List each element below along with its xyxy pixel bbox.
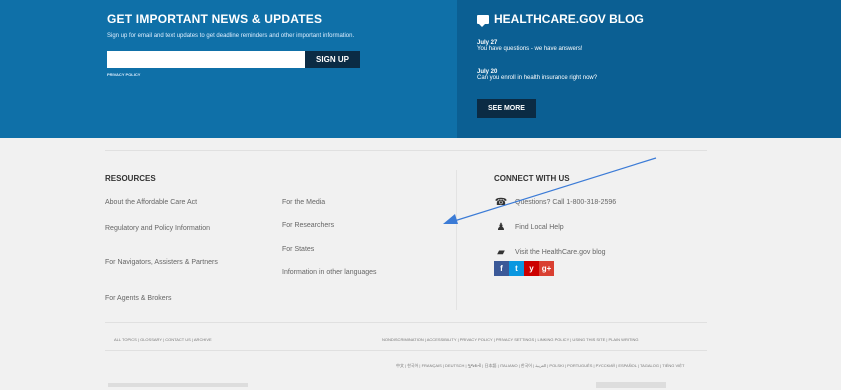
annotation-arrow-icon	[443, 157, 657, 224]
